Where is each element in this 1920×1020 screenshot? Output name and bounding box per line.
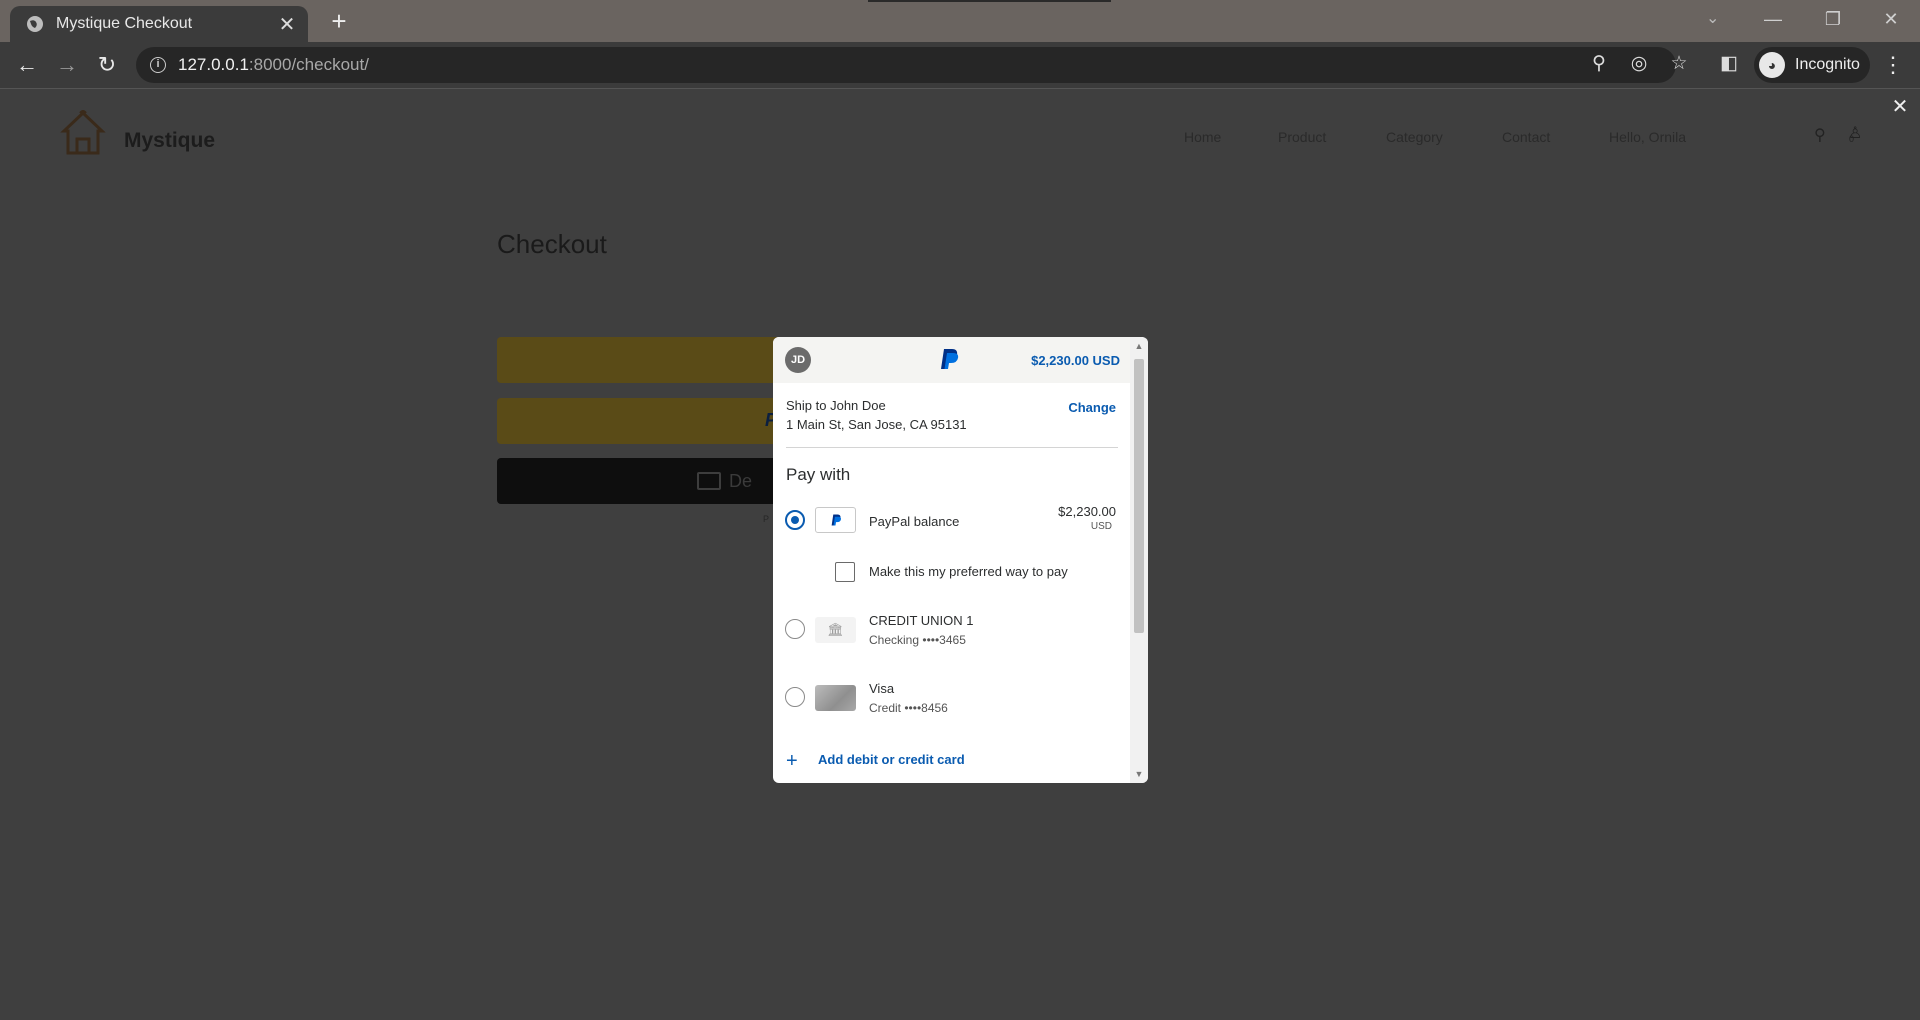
- restore-icon[interactable]: ❐: [1810, 4, 1856, 34]
- preferred-payment-label[interactable]: Make this my preferred way to pay: [869, 564, 1068, 579]
- forward-icon[interactable]: →: [52, 50, 82, 80]
- method-name[interactable]: CREDIT UNION 1: [869, 613, 974, 628]
- paypal-icon: [815, 507, 856, 533]
- balance-currency: USD: [1090, 521, 1112, 532]
- scrollbar-thumb[interactable]: [1134, 359, 1144, 633]
- zoom-icon[interactable]: ⚲: [1586, 51, 1612, 77]
- brand-name[interactable]: Mystique: [124, 129, 215, 153]
- divider: [786, 447, 1118, 448]
- back-icon[interactable]: ←: [12, 50, 42, 80]
- method-account: Credit ••••8456: [869, 701, 948, 715]
- new-tab-button[interactable]: +: [324, 6, 354, 36]
- balance-amount: $2,230.00: [1058, 504, 1116, 519]
- url-host: 127.0.0.1: [178, 55, 249, 74]
- add-card-link[interactable]: Add debit or credit card: [818, 752, 965, 767]
- nav-product[interactable]: Product: [1278, 129, 1326, 145]
- visa-radio[interactable]: [785, 687, 805, 707]
- browser-tab[interactable]: Mystique Checkout ✕: [10, 6, 308, 42]
- browser-tab-bar: Mystique Checkout ✕ + ⌄ — ❐ ✕: [0, 0, 1920, 42]
- avatar[interactable]: JD: [785, 347, 811, 373]
- method-name[interactable]: PayPal balance: [869, 514, 959, 529]
- plus-icon[interactable]: +: [786, 751, 798, 771]
- bookmark-star-icon[interactable]: ☆: [1666, 51, 1692, 77]
- debit-card-label: De: [729, 470, 753, 491]
- ship-to-label: Ship to John Doe: [786, 398, 886, 413]
- profile-label: Incognito: [1795, 56, 1860, 73]
- powered-by-label: P: [763, 514, 770, 524]
- cart-bag-icon[interactable]: ♙: [1848, 123, 1872, 147]
- paypal-header: JD $2,230.00 USD: [773, 337, 1130, 383]
- visa-card-icon: [815, 685, 856, 711]
- order-total[interactable]: $2,230.00 USD: [1031, 353, 1120, 368]
- nav-category[interactable]: Category: [1386, 129, 1443, 145]
- bank-icon: 🏛: [815, 617, 856, 643]
- close-window-icon[interactable]: ✕: [1868, 4, 1914, 34]
- paypal-logo-icon: [941, 349, 959, 369]
- method-account: Checking ••••3465: [869, 633, 966, 647]
- logo-house-icon: [60, 110, 106, 155]
- tracking-protection-icon[interactable]: ◎: [1626, 51, 1652, 77]
- paypal-popup: JD $2,230.00 USD Ship to John Doe 1 Main…: [773, 337, 1148, 783]
- preferred-payment-checkbox[interactable]: [835, 562, 855, 582]
- side-panel-icon[interactable]: ◧: [1716, 51, 1742, 77]
- incognito-profile-button[interactable]: ◕ Incognito: [1754, 47, 1870, 83]
- paypal-balance-radio[interactable]: [785, 510, 805, 530]
- scroll-up-icon[interactable]: ▲: [1134, 341, 1144, 351]
- browser-toolbar: ← → ↻ i 127.0.0.1 :8000/checkout/ ⚲ ◎ ☆ …: [0, 42, 1920, 88]
- incognito-icon: ◕: [1759, 52, 1785, 78]
- pay-with-heading: Pay with: [786, 465, 851, 484]
- browser-menu-icon[interactable]: ⋮: [1882, 50, 1904, 80]
- nav-user-greeting[interactable]: Hello, Ornila: [1609, 129, 1686, 145]
- ship-address: 1 Main St, San Jose, CA 95131: [786, 417, 967, 432]
- globe-icon: [27, 16, 43, 32]
- scroll-down-icon[interactable]: ▼: [1134, 769, 1144, 779]
- url-path: :8000/checkout/: [248, 55, 369, 74]
- card-icon: [697, 472, 721, 490]
- reload-icon[interactable]: ↻: [92, 50, 122, 80]
- change-address-link[interactable]: Change: [1068, 400, 1116, 415]
- nav-contact[interactable]: Contact: [1502, 129, 1550, 145]
- address-bar[interactable]: i 127.0.0.1 :8000/checkout/: [136, 47, 1676, 83]
- site-search-icon[interactable]: ⚲: [1814, 125, 1834, 145]
- tab-strip-indicator: [868, 0, 1111, 2]
- site-info-icon[interactable]: i: [150, 57, 166, 73]
- minimize-icon[interactable]: —: [1750, 4, 1796, 34]
- tab-close-icon[interactable]: ✕: [272, 12, 302, 37]
- nav-home[interactable]: Home: [1184, 129, 1221, 145]
- tab-title: Mystique Checkout: [56, 15, 193, 32]
- tab-search-icon[interactable]: ⌄: [1706, 8, 1719, 28]
- page-title: Checkout: [497, 229, 607, 259]
- credit-union-radio[interactable]: [785, 619, 805, 639]
- overlay-close-icon[interactable]: ✕: [1890, 97, 1910, 117]
- popup-scrollbar[interactable]: ▲ ▼: [1130, 337, 1148, 783]
- method-name[interactable]: Visa: [869, 681, 894, 696]
